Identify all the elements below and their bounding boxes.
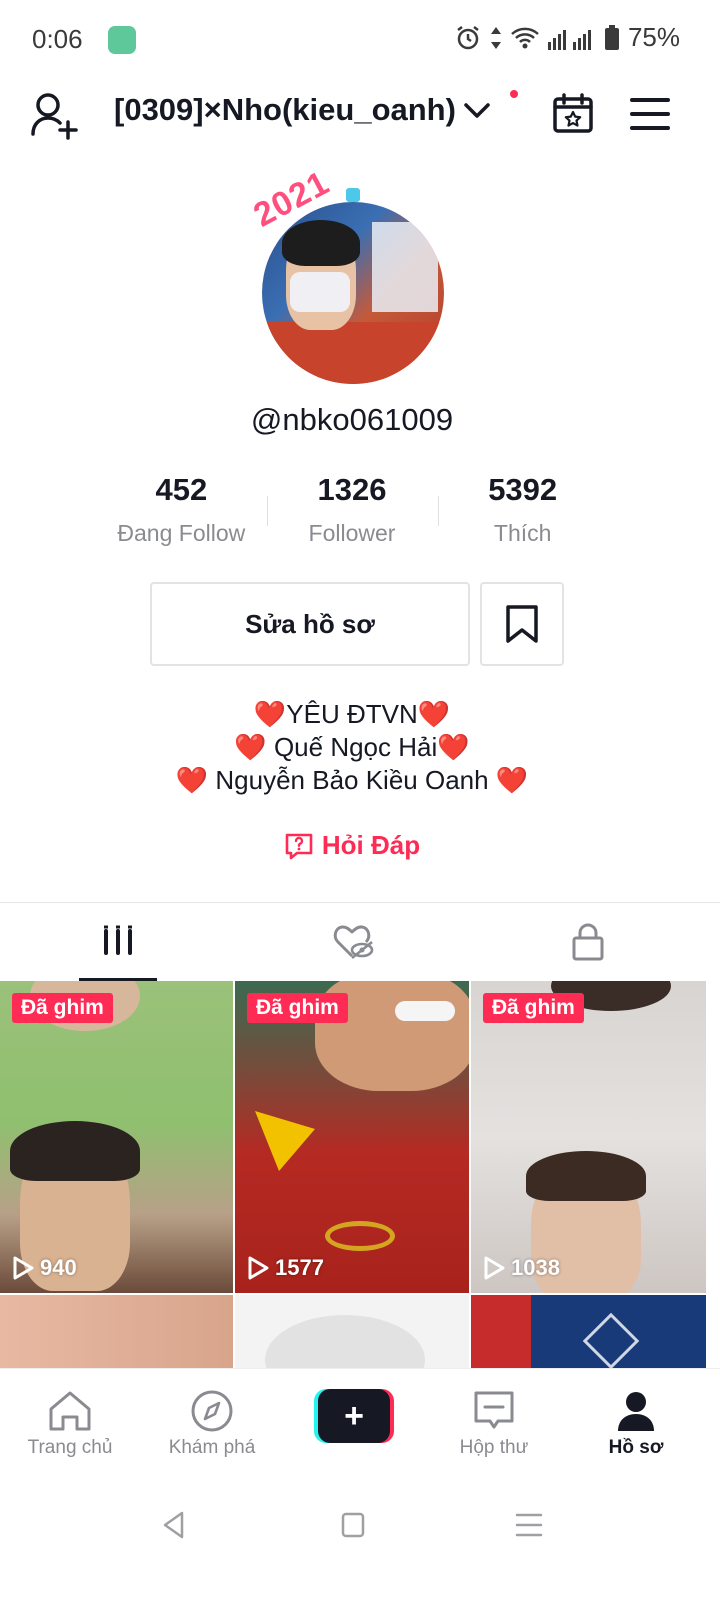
nav-profile[interactable]: Hồ sơ (576, 1389, 696, 1459)
play-icon (248, 1256, 269, 1280)
edit-profile-button[interactable]: Sửa hồ sơ (150, 582, 470, 666)
liked-hidden-icon (333, 925, 374, 960)
qa-link[interactable]: Hỏi Đáp (0, 830, 704, 861)
tab-liked[interactable] (235, 903, 470, 981)
profile-icon (618, 1392, 654, 1431)
status-time: 0:06 (32, 24, 83, 54)
play-icon (13, 1256, 34, 1280)
profile-bio: ❤️YÊU ĐTVN❤️ ❤️ Quế Ngọc Hải❤️ ❤️ Nguyễn… (0, 698, 704, 797)
stat-following[interactable]: 452 Đang Follow (96, 472, 267, 547)
home-square-icon[interactable] (340, 1510, 366, 1540)
stat-following-value: 452 (155, 472, 208, 507)
compass-icon (191, 1390, 233, 1432)
pinned-badge: Đã ghim (12, 993, 113, 1023)
nav-home-label: Trang chủ (27, 1437, 113, 1458)
profile-stats: 452 Đang Follow 1326 Follower 5392 Thích (96, 472, 608, 547)
view-count: 1038 (483, 1255, 560, 1281)
videos-grid-icon (103, 925, 132, 955)
sticker-decoration (346, 188, 360, 202)
qa-label: Hỏi Đáp (321, 830, 421, 860)
pinned-badge: Đã ghim (247, 993, 348, 1023)
video-tile[interactable] (235, 1295, 469, 1371)
view-count-value: 1038 (511, 1255, 560, 1280)
question-bubble-icon (285, 833, 313, 859)
bio-line: ❤️ Quế Ngọc Hải❤️ (234, 732, 470, 762)
nav-profile-label: Hồ sơ (608, 1437, 664, 1458)
bio-line: ❤️ Nguyễn Bảo Kiều Oanh ❤️ (175, 765, 529, 795)
battery-percent: 75% (627, 22, 680, 52)
status-bar: 0:06 75% (0, 0, 720, 80)
home-icon (49, 1391, 91, 1431)
inbox-icon (474, 1391, 514, 1429)
system-navigation-bar (0, 1480, 720, 1600)
nav-home[interactable]: Trang chủ (10, 1389, 130, 1459)
menu-icon[interactable] (630, 96, 670, 132)
video-tile[interactable]: Đã ghim 1577 (235, 981, 469, 1293)
tab-videos[interactable] (0, 903, 235, 981)
favorites-button[interactable] (480, 582, 564, 666)
battery-icon (604, 24, 619, 50)
profile-tabs (0, 903, 706, 981)
stat-likes-label: Thích (493, 520, 552, 546)
stat-followers-value: 1326 (317, 472, 387, 507)
signal-icon (547, 29, 591, 50)
nav-discover-label: Khám phá (168, 1437, 256, 1458)
data-arrows-icon (490, 26, 501, 49)
lock-icon (572, 923, 604, 961)
profile-header: [0309]×Nho(kieu_oanh) (0, 84, 720, 148)
notification-dot (510, 90, 518, 98)
video-grid: Đã ghim 940 Đã ghim 1577 Đã ghim 1038 (0, 981, 706, 1371)
video-tile[interactable] (471, 1295, 706, 1371)
nav-inbox-label: Hộp thư (459, 1437, 529, 1458)
profile-handle: @nbko061009 (250, 402, 454, 437)
wifi-icon (511, 27, 539, 48)
tab-private[interactable] (471, 903, 706, 981)
username: [0309]×Nho(kieu_oanh) (114, 92, 456, 127)
bottom-navigation: Trang chủ Khám phá + Hộp thư Hồ sơ (0, 1368, 720, 1480)
stat-likes-value: 5392 (488, 472, 558, 507)
video-tile[interactable]: Đã ghim 1038 (471, 981, 706, 1293)
stat-divider (438, 496, 439, 526)
stat-likes[interactable]: 5392 Thích (437, 472, 608, 547)
video-tile[interactable]: Đã ghim 940 (0, 981, 233, 1293)
play-icon (484, 1256, 505, 1280)
view-count-value: 940 (40, 1255, 77, 1280)
view-count: 940 (12, 1255, 77, 1281)
bookmark-icon (506, 605, 538, 643)
profile-avatar[interactable]: 2021 (248, 164, 444, 384)
calendar-star-icon[interactable] (552, 92, 594, 134)
account-switcher[interactable]: [0309]×Nho(kieu_oanh) (114, 92, 494, 128)
plus-icon: + (318, 1389, 390, 1443)
stat-followers-label: Follower (308, 520, 396, 546)
view-count: 1577 (247, 1255, 324, 1281)
nav-inbox[interactable]: Hộp thư (434, 1389, 554, 1459)
stat-followers[interactable]: 1326 Follower (267, 472, 438, 547)
recents-menu-icon[interactable] (514, 1510, 544, 1540)
view-count-value: 1577 (275, 1255, 324, 1280)
avatar (262, 202, 444, 384)
create-button[interactable]: + (314, 1389, 394, 1443)
back-icon[interactable] (160, 1510, 188, 1540)
bio-line: ❤️YÊU ĐTVN❤️ (253, 699, 451, 729)
nav-discover[interactable]: Khám phá (152, 1389, 272, 1459)
pinned-badge: Đã ghim (483, 993, 584, 1023)
video-tile[interactable] (0, 1295, 233, 1371)
alarm-icon (457, 25, 479, 49)
stat-divider (267, 496, 268, 526)
chevron-down-icon (464, 103, 490, 118)
status-icons: 75% (454, 22, 680, 53)
app-notification-icon (108, 26, 136, 54)
stat-following-label: Đang Follow (117, 520, 246, 546)
add-user-icon[interactable] (30, 90, 82, 142)
